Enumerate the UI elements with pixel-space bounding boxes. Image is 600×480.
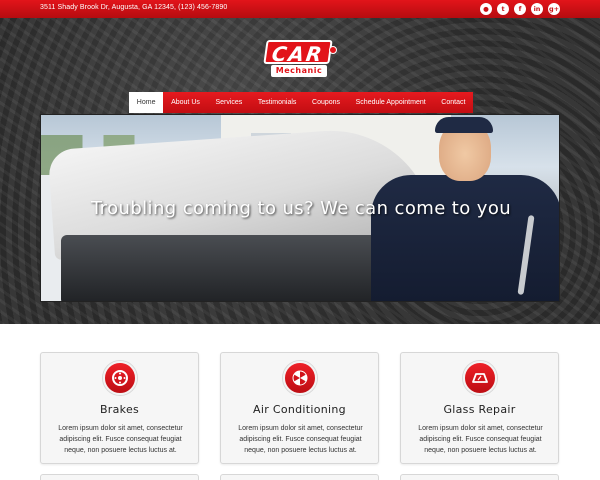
hero-slider-image[interactable]: Troubling coming to us? We can come to y… [40, 114, 560, 302]
linkedin-icon[interactable]: in [531, 3, 543, 15]
feature-card-partial [220, 474, 379, 480]
feature-text: Lorem ipsum dolor sit amet, consectetur … [58, 425, 183, 454]
feature-text: Lorem ipsum dolor sit amet, consectetur … [418, 425, 543, 454]
main-nav: Home About Us Services Testimonials Coup… [129, 92, 474, 113]
logo-mechanic-text: Mechanic [271, 65, 327, 77]
site-logo[interactable]: CAR Mechanic [263, 40, 337, 80]
feature-card-partial [400, 474, 559, 480]
facebook-icon[interactable]: f [514, 3, 526, 15]
nav-item-coupons[interactable]: Coupons [304, 92, 348, 113]
fan-icon [283, 361, 317, 395]
nav-item-about-us[interactable]: About Us [163, 92, 207, 113]
social-links: ● t f in g+ [480, 3, 560, 15]
feature-title: Brakes [99, 403, 140, 416]
feature-card-partial [40, 474, 199, 480]
windshield-glyph [472, 373, 488, 383]
nav-item-schedule-appointment[interactable]: Schedule Appointment [348, 92, 434, 113]
slider-engine [61, 235, 421, 301]
logo-car-text: CAR [263, 40, 333, 66]
feature-card-brakes[interactable]: Brakes Lorem ipsum dolor sit amet, conse… [40, 352, 199, 464]
top-bar: 3511 Shady Brook Dr, Augusta, GA 12345, … [0, 0, 600, 18]
nav-item-home[interactable]: Home [129, 92, 164, 113]
nav-item-testimonials[interactable]: Testimonials [250, 92, 304, 113]
logo-wrench-icon [329, 46, 337, 54]
twitter-icon[interactable]: t [497, 3, 509, 15]
brake-disc-icon [103, 361, 137, 395]
slider-mechanic-body [371, 175, 559, 301]
brake-disc-glyph [112, 370, 128, 386]
windshield-icon [463, 361, 497, 395]
feature-title: Glass Repair [443, 403, 516, 416]
nav-item-contact[interactable]: Contact [434, 92, 474, 113]
nav-item-services[interactable]: Services [208, 92, 250, 113]
rss-icon[interactable]: ● [480, 3, 492, 15]
fan-glyph [292, 370, 308, 386]
feature-text: Lorem ipsum dolor sit amet, consectetur … [238, 425, 363, 454]
slider-caption: Troubling coming to us? We can come to y… [90, 198, 512, 219]
contact-address: 3511 Shady Brook Dr, Augusta, GA 12345, … [40, 4, 228, 11]
slider-mechanic-cap [435, 117, 493, 133]
feature-card-glass-repair[interactable]: Glass Repair Lorem ipsum dolor sit amet,… [400, 352, 559, 464]
feature-title: Air Conditioning [253, 403, 346, 416]
googleplus-icon[interactable]: g+ [548, 3, 560, 15]
feature-card-air-conditioning[interactable]: Air Conditioning Lorem ipsum dolor sit a… [220, 352, 379, 464]
